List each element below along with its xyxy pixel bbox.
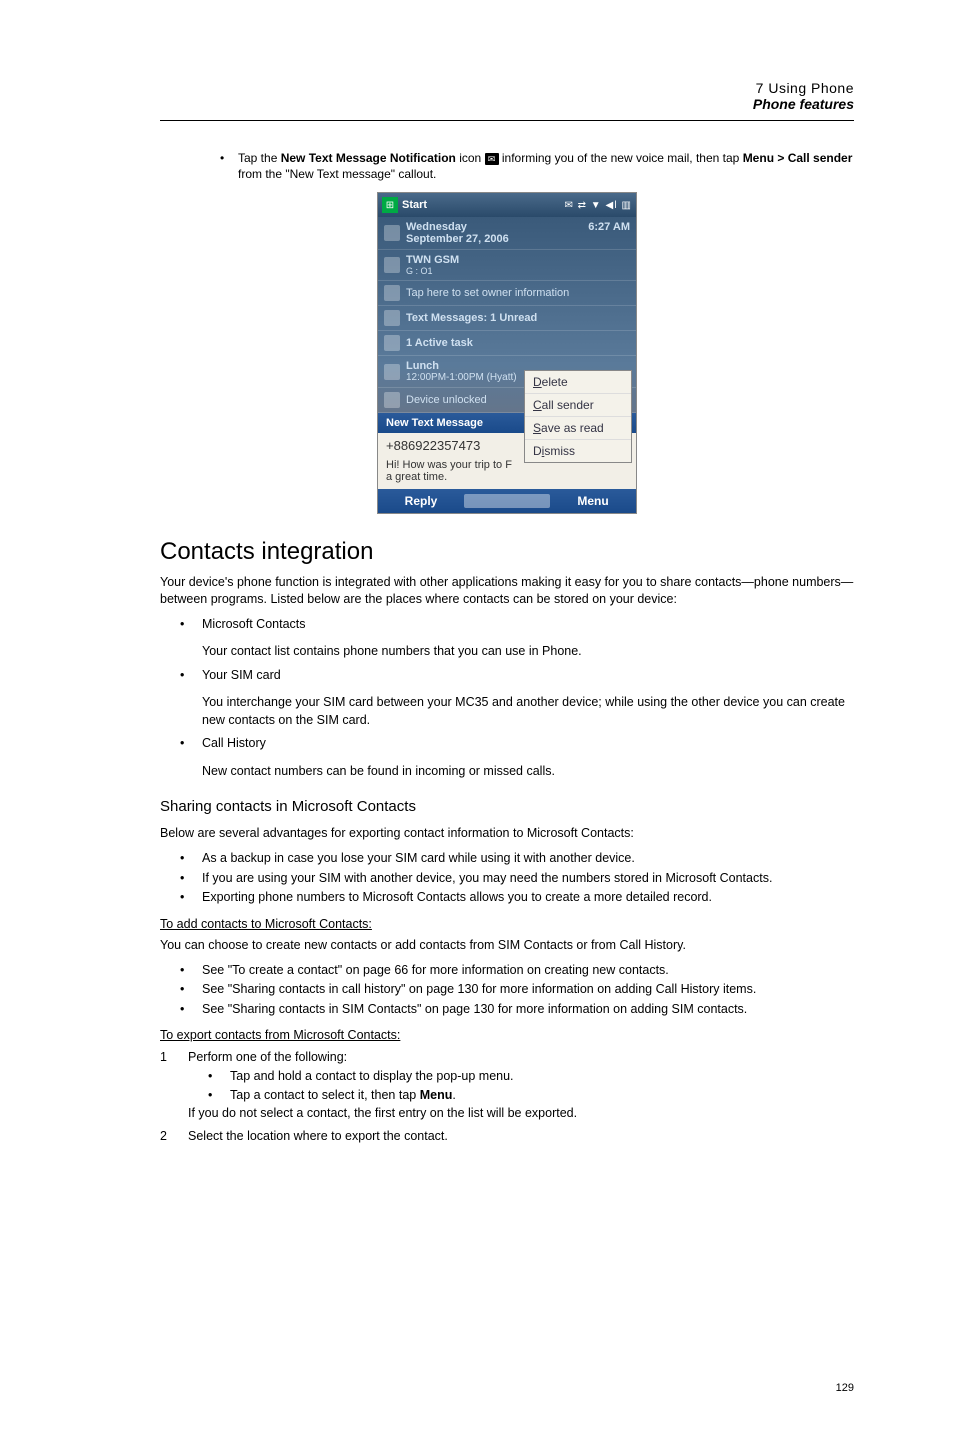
- text-bold: New Text Message Notification: [281, 151, 456, 165]
- messages-label: Text Messages: 1 Unread: [406, 312, 537, 324]
- text-bold: Menu > Call sender: [743, 151, 853, 165]
- add-contacts-intro: You can choose to create new contacts or…: [160, 937, 854, 954]
- calendar-icon: [384, 364, 400, 380]
- step-text: Select the location where to export the …: [188, 1127, 448, 1146]
- menu-delete[interactable]: Delete: [525, 371, 631, 394]
- appt-label: Lunch: [406, 360, 517, 372]
- list-item: Tap a contact to select it, then tap Men…: [230, 1086, 456, 1105]
- list-item: See "Sharing contacts in SIM Contacts" o…: [202, 1001, 747, 1019]
- list-item: Call History: [202, 735, 266, 753]
- list-item: Exporting phone numbers to Microsoft Con…: [202, 889, 712, 907]
- time-label: 6:27 AM: [588, 221, 630, 245]
- export-steps: 1Perform one of the following:: [160, 1048, 854, 1067]
- clock-icon: [384, 225, 400, 241]
- header-rule: [160, 120, 854, 121]
- list-item: Microsoft Contacts: [202, 616, 306, 634]
- step-text: Perform one of the following:: [188, 1048, 347, 1067]
- list-item: As a backup in case you lose your SIM ca…: [202, 850, 635, 868]
- tasks-label: 1 Active task: [406, 337, 473, 349]
- date-label: September 27, 2006: [406, 233, 509, 245]
- export-contacts-heading: To export contacts from Microsoft Contac…: [160, 1028, 854, 1042]
- add-contacts-list: •See "To create a contact" on page 66 fo…: [180, 962, 854, 1019]
- contacts-sources-list: •Microsoft Contacts: [180, 616, 854, 634]
- text: icon: [456, 151, 485, 165]
- page-header: 7 Using Phone Phone features: [160, 80, 854, 112]
- menu-dismiss[interactable]: Dismiss: [525, 440, 631, 462]
- header-chapter: 7 Using Phone: [160, 80, 854, 96]
- text: Tap the: [238, 151, 281, 165]
- step1-options: •Tap and hold a contact to display the p…: [208, 1067, 854, 1105]
- mail-icon: ✉: [485, 153, 499, 165]
- signal-label: G : O1: [406, 266, 459, 276]
- owner-label: Tap here to set owner information: [406, 287, 569, 299]
- device-screenshot: ⊞ Start ✉ ⇄ ▼ ◀ǀ ▥ Wednesday September 2…: [377, 192, 637, 514]
- list-subtext: Your contact list contains phone numbers…: [202, 643, 854, 661]
- softkey-bar: Reply Menu: [378, 489, 636, 513]
- sharing-heading: Sharing contacts in Microsoft Contacts: [160, 798, 854, 815]
- messages-icon: [384, 310, 400, 326]
- page-number: 129: [836, 1382, 854, 1394]
- day-label: Wednesday: [406, 221, 509, 233]
- intro-bullet: • Tap the New Text Message Notification …: [220, 151, 854, 182]
- sharing-intro: Below are several advantages for exporti…: [160, 825, 854, 842]
- text: from the "New Text message" callout.: [238, 167, 436, 181]
- screenshot-title: Start: [402, 199, 564, 211]
- menu-save-as-read[interactable]: Save as read: [525, 417, 631, 440]
- screenshot-titlebar: ⊞ Start ✉ ⇄ ▼ ◀ǀ ▥: [378, 193, 636, 217]
- list-subtext: You interchange your SIM card between yo…: [202, 694, 854, 729]
- owner-icon: [384, 285, 400, 301]
- advantages-list: •As a backup in case you lose your SIM c…: [180, 850, 854, 907]
- message-popup: +886922357473 Hi! How was your trip to F…: [378, 433, 636, 489]
- add-contacts-heading: To add contacts to Microsoft Contacts:: [160, 917, 854, 931]
- contacts-intro: Your device's phone function is integrat…: [160, 574, 854, 608]
- contacts-integration-heading: Contacts integration: [160, 538, 854, 566]
- carrier-label: TWN GSM: [406, 254, 459, 266]
- step1-note: If you do not select a contact, the firs…: [188, 1104, 854, 1123]
- softkey-menu[interactable]: Menu: [550, 494, 636, 508]
- start-flag-icon: ⊞: [382, 197, 398, 213]
- header-section: Phone features: [160, 96, 854, 112]
- tasks-icon: [384, 335, 400, 351]
- text: informing you of the new voice mail, the…: [499, 151, 743, 165]
- softkey-reply[interactable]: Reply: [378, 494, 464, 508]
- context-menu: Delete Call sender Save as read Dismiss: [524, 370, 632, 463]
- signal-icon: [384, 257, 400, 273]
- list-item: See "Sharing contacts in call history" o…: [202, 981, 756, 999]
- list-item: Your SIM card: [202, 667, 281, 685]
- screenshot-body: Wednesday September 27, 2006 6:27 AM TWN…: [378, 217, 636, 513]
- list-item: Tap and hold a contact to display the po…: [230, 1067, 514, 1086]
- status-icons: ✉ ⇄ ▼ ◀ǀ ▥: [564, 200, 632, 211]
- lock-icon: [384, 392, 400, 408]
- menu-call-sender[interactable]: Call sender: [525, 394, 631, 417]
- list-subtext: New contact numbers can be found in inco…: [202, 763, 854, 781]
- list-item: If you are using your SIM with another d…: [202, 870, 772, 888]
- keyboard-icon[interactable]: [464, 494, 550, 508]
- lock-label: Device unlocked: [406, 394, 487, 406]
- message-preview: Hi! How was your trip to F a great time.: [378, 456, 528, 486]
- appt-time-label: 12:00PM-1:00PM (Hyatt): [406, 372, 517, 383]
- list-item: See "To create a contact" on page 66 for…: [202, 962, 669, 980]
